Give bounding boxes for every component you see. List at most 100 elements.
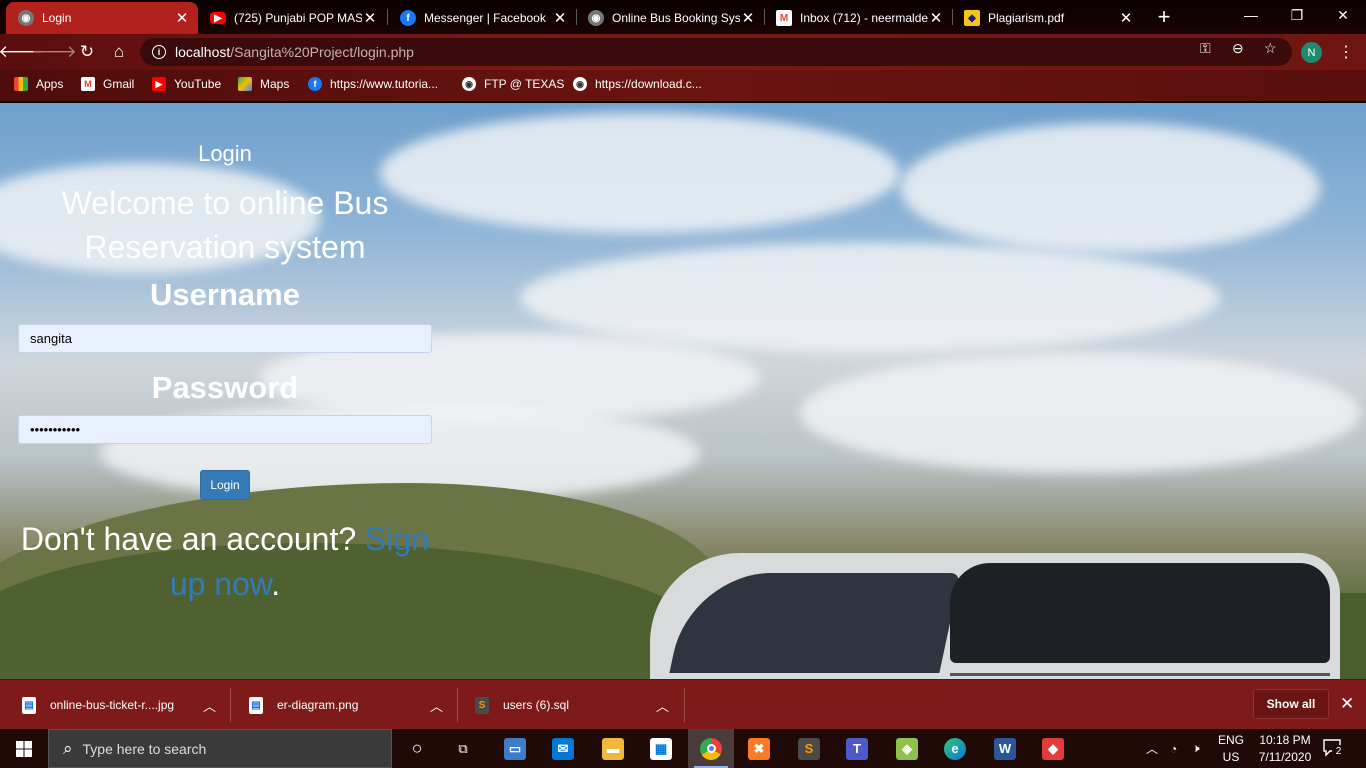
bookmark-maps[interactable]: Maps <box>238 77 289 91</box>
bookmark-apps[interactable]: Apps <box>14 77 63 91</box>
search-icon: ⌕ <box>63 738 73 758</box>
start-button[interactable] <box>0 729 48 768</box>
restore-button[interactable]: ❐ <box>1274 0 1320 30</box>
computer-icon: ▭ <box>504 737 526 760</box>
profile-avatar[interactable]: N <box>1301 42 1322 63</box>
language-indicator[interactable]: ENG US <box>1213 732 1249 766</box>
tab-title: Messenger | Facebook <box>424 11 546 25</box>
page-viewport: Login Welcome to online Bus Reservation … <box>0 103 1366 679</box>
chrome-icon <box>700 737 722 760</box>
task-view-icon: ⧉ <box>458 740 468 756</box>
wifi-icon[interactable]: ◔ <box>1170 729 1177 768</box>
download-shelf: ▤ online-bus-ticket-r....jpg ︿ ▤ er-diag… <box>0 679 1366 729</box>
address-bar[interactable]: i localhost/Sangita%20Project/login.php <box>140 38 1292 66</box>
taskbar-app[interactable]: ✉ <box>540 729 586 768</box>
bookmark-label: Apps <box>36 77 64 91</box>
bookmarks-bar: Apps M Gmail ▶ YouTube Maps f https://ww… <box>0 70 1366 102</box>
tab-bus-booking[interactable]: ◉ Online Bus Booking Sys ✕ <box>576 2 764 34</box>
taskbar-app[interactable]: ▭ <box>492 729 538 768</box>
download-item[interactable]: S users (6).sql ︿ <box>475 680 669 730</box>
globe-icon: ◉ <box>573 77 587 91</box>
info-icon[interactable]: i <box>152 45 166 59</box>
tab-login[interactable]: ◉ Login ✕ <box>6 2 198 34</box>
taskbar-app[interactable]: ▬ <box>590 729 636 768</box>
forward-button[interactable]: 🡒 <box>31 40 77 64</box>
login-button[interactable]: Login <box>200 470 250 500</box>
cortana-button[interactable]: ○ <box>394 729 440 768</box>
facebook-icon: f <box>400 10 416 26</box>
taskbar-app[interactable]: ◈ <box>884 729 930 768</box>
home-button[interactable]: ⌂ <box>107 40 131 64</box>
taskbar-app[interactable]: T <box>834 729 880 768</box>
menu-icon[interactable]: ⋮ <box>1338 42 1354 62</box>
download-filename: er-diagram.png <box>277 698 359 712</box>
bookmark-youtube[interactable]: ▶ YouTube <box>152 77 221 91</box>
minimize-button[interactable]: — <box>1228 0 1274 30</box>
bookmark-gmail[interactable]: M Gmail <box>81 77 134 91</box>
chevron-up-icon[interactable]: ︿ <box>203 696 216 715</box>
taskbar-search[interactable]: ⌕ Type here to search <box>48 729 392 768</box>
close-icon[interactable]: ✕ <box>928 9 944 27</box>
sublime-icon: S <box>475 696 489 714</box>
taskbar-app[interactable]: S <box>786 729 832 768</box>
reload-button[interactable]: ↻ <box>75 40 99 64</box>
close-icon[interactable]: ✕ <box>740 9 756 27</box>
tab-messenger[interactable]: f Messenger | Facebook ✕ <box>388 2 576 34</box>
bookmark-tutorial[interactable]: f https://www.tutoria... <box>308 77 438 91</box>
bookmark-ftp[interactable]: ◉ FTP @ TEXAS <box>462 77 564 91</box>
bookmark-download[interactable]: ◉ https://download.c... <box>573 77 702 91</box>
tab-inbox[interactable]: M Inbox (712) - neermalde ✕ <box>764 2 952 34</box>
clock[interactable]: 10:18 PM 7/11/2020 <box>1250 732 1320 766</box>
chevron-up-icon[interactable]: ︿ <box>430 696 443 715</box>
close-icon[interactable]: ✕ <box>552 9 568 27</box>
close-icon[interactable]: ✕ <box>174 9 190 27</box>
taskbar-app[interactable]: W <box>982 729 1028 768</box>
taskbar-app[interactable]: ◆ <box>1030 729 1076 768</box>
bookmark-label: YouTube <box>174 77 222 91</box>
task-view-button[interactable]: ⧉ <box>440 729 486 768</box>
folder-icon: ▬ <box>602 737 624 760</box>
windows-icon <box>16 740 32 757</box>
tab-title: Login <box>42 11 72 25</box>
close-icon[interactable]: ✕ <box>362 9 378 27</box>
zoom-icon[interactable]: ⊖ <box>1232 40 1244 57</box>
download-item[interactable]: ▤ er-diagram.png ︿ <box>249 680 443 730</box>
taskbar-app-chrome[interactable] <box>688 729 734 768</box>
bookmark-label: https://download.c... <box>595 77 702 91</box>
username-input[interactable] <box>18 324 432 353</box>
globe-icon: ◉ <box>18 10 34 26</box>
notification-button[interactable]: 2 <box>1322 738 1346 758</box>
signup-prompt: Don't have an account? Sign up now. <box>14 517 436 607</box>
notification-count: 2 <box>1332 745 1345 758</box>
back-button[interactable]: 🡐 <box>0 40 44 64</box>
globe-icon: ◉ <box>462 77 476 91</box>
store-icon: ▦ <box>650 737 672 760</box>
tab-youtube[interactable]: ▶ (725) Punjabi POP MASH ✕ <box>198 2 386 34</box>
search-placeholder: Type here to search <box>82 740 207 757</box>
download-item[interactable]: ▤ online-bus-ticket-r....jpg ︿ <box>22 680 216 730</box>
tray-chevron-icon[interactable]: ︿ <box>1146 729 1158 768</box>
gmail-icon: M <box>81 77 95 91</box>
address-host: localhost <box>175 44 231 60</box>
show-all-button[interactable]: Show all <box>1253 689 1329 719</box>
taskbar-app[interactable]: ✖ <box>736 729 782 768</box>
chevron-up-icon[interactable]: ︿ <box>656 696 669 715</box>
taskbar-app[interactable]: ▦ <box>638 729 684 768</box>
close-icon[interactable]: ✕ <box>1340 694 1354 714</box>
language-code: ENG <box>1217 733 1244 747</box>
star-icon[interactable]: ☆ <box>1264 40 1277 57</box>
volume-icon[interactable]: 🕨 <box>1192 729 1200 768</box>
box-icon: ◈ <box>896 737 918 760</box>
new-tab-button[interactable]: + <box>1152 6 1176 30</box>
shield-icon: ◆ <box>964 10 980 26</box>
facebook-icon: f <box>308 77 322 91</box>
window-close-button[interactable]: ✕ <box>1320 0 1366 30</box>
close-icon[interactable]: ✕ <box>1118 9 1134 27</box>
clock-date: 7/11/2020 <box>1258 750 1312 764</box>
key-icon[interactable]: ⚿ <box>1200 40 1211 57</box>
taskbar-app[interactable]: e <box>932 729 978 768</box>
tab-title: Inbox (712) - neermalde <box>800 11 928 25</box>
mail-icon: ✉ <box>552 737 574 760</box>
tab-plagiarism[interactable]: ◆ Plagiarism.pdf ✕ <box>952 2 1142 34</box>
password-input[interactable] <box>18 415 432 444</box>
